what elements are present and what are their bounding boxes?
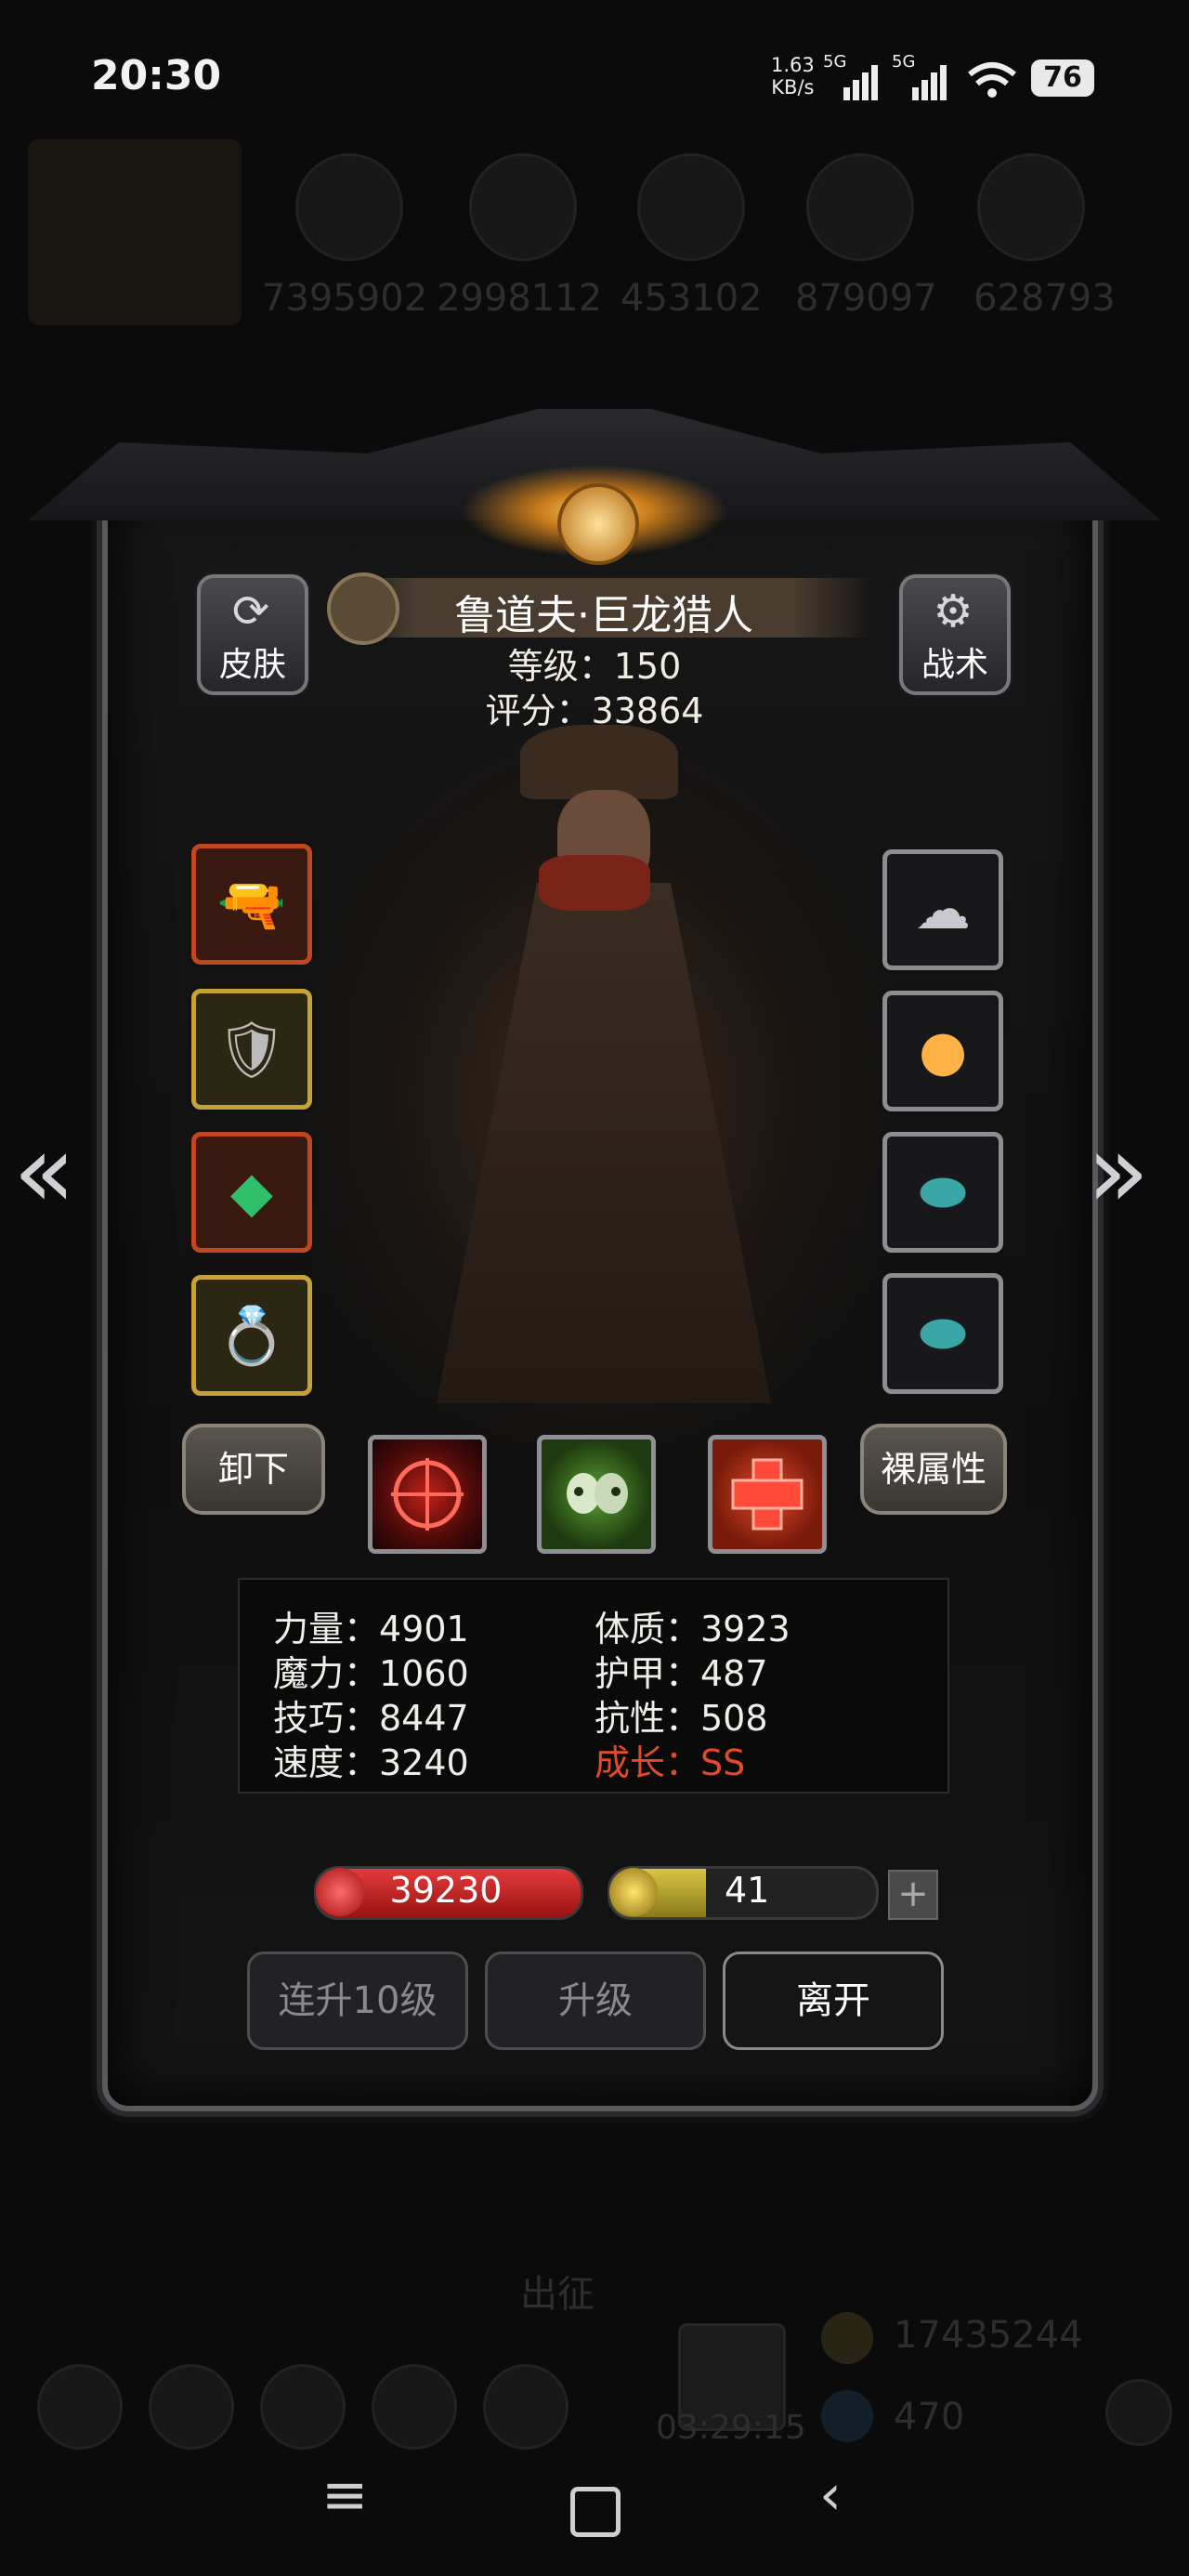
stat-strength: 力量：4901: [273, 1609, 469, 1649]
background-gold: 17435244: [894, 2314, 1083, 2357]
stat-constitution: 体质：3923: [594, 1609, 790, 1649]
equip-slot-accessory-4[interactable]: ⬬: [882, 1273, 1003, 1394]
hero-hat: [520, 725, 678, 799]
lightning-icon: [609, 1868, 658, 1916]
panel-emblem-icon: [557, 483, 639, 565]
home-icon[interactable]: [570, 2487, 621, 2537]
background-resource-icon-1: [295, 153, 403, 261]
hero-name: 鲁道夫·巨龙猎人: [454, 592, 753, 639]
tactics-button[interactable]: ⚙ 战术: [899, 574, 1011, 695]
add-energy-button[interactable]: +: [888, 1870, 938, 1920]
teal-stone-icon: ⬬: [919, 1301, 967, 1366]
background-resource-icon-3: [637, 153, 745, 261]
background-resource-2: 2998112: [437, 277, 603, 320]
equip-slot-accessory-1[interactable]: ☁: [882, 849, 1003, 970]
previous-hero-arrow-icon[interactable]: «: [13, 1111, 75, 1230]
network-speed-unit: KB/s: [771, 76, 815, 99]
background-hero-avatar: [28, 139, 242, 325]
hero-score: 评分：33864: [485, 690, 704, 731]
back-icon[interactable]: ‹: [819, 2463, 842, 2528]
hp-value: 39230: [389, 1870, 503, 1911]
background-expedition-label: 出征: [520, 2273, 594, 2316]
gear-icon: ⚙: [933, 585, 973, 637]
status-bar: 20:30 1.63 KB/s 5G 5G 76: [0, 0, 1189, 158]
background-resource-4: 879097: [795, 277, 937, 320]
silver-cloud-charm-icon: ☁: [915, 877, 971, 942]
leave-button[interactable]: 离开: [723, 1952, 944, 2050]
golden-gun-icon: 🔫: [216, 872, 287, 938]
equip-slot-amulet[interactable]: ◆: [191, 1132, 312, 1253]
background-resource-5: 628793: [973, 277, 1116, 320]
equip-slot-accessory-3[interactable]: ⬬: [882, 1132, 1003, 1253]
tactics-button-label: 战术: [921, 646, 988, 684]
skin-button-label: 皮肤: [218, 646, 286, 684]
skull-icon: [567, 1473, 628, 1514]
hero-scarf: [539, 855, 650, 911]
background-resource-icon-5: [977, 153, 1085, 261]
equip-slot-ring[interactable]: 💍: [191, 1275, 312, 1396]
energy-value: 41: [725, 1870, 770, 1911]
stat-resistance: 抗性：508: [594, 1698, 768, 1739]
stat-skill: 技巧：8447: [273, 1698, 469, 1739]
naked-attributes-button[interactable]: 裸属性: [860, 1424, 1007, 1515]
fire-orb-icon: ●: [918, 1019, 968, 1084]
stat-growth: 成长：SS: [594, 1742, 746, 1783]
crosshair-icon: [391, 1458, 464, 1531]
ring-icon: 💍: [216, 1303, 287, 1369]
network-speed-value: 1.63: [771, 54, 815, 76]
background-gems: 470: [894, 2396, 965, 2438]
stat-magic: 魔力：1060: [273, 1653, 469, 1694]
battery-indicator: 76: [1031, 59, 1094, 97]
menu-icon[interactable]: ≡: [321, 2463, 368, 2528]
wifi-icon: [966, 59, 1018, 104]
level-up-button[interactable]: 升级: [485, 1952, 706, 2050]
system-navigation-bar: ≡ ‹: [0, 2435, 1189, 2576]
skill-slot-1[interactable]: [368, 1435, 487, 1554]
status-clock: 20:30: [91, 52, 222, 99]
equip-slot-armor[interactable]: 🛡: [191, 989, 312, 1110]
equip-slot-weapon[interactable]: 🔫: [191, 844, 312, 965]
skill-slot-3[interactable]: [708, 1435, 827, 1554]
background-resource-icon-2: [469, 153, 577, 261]
skill-slot-2[interactable]: [537, 1435, 656, 1554]
hero-level: 等级：150: [507, 646, 682, 687]
skin-button[interactable]: ⟳ 皮肤: [197, 574, 308, 695]
equip-slot-accessory-2[interactable]: ●: [882, 991, 1003, 1111]
background-gold-icon: [821, 2312, 873, 2364]
background-resource-icon-4: [806, 153, 914, 261]
stat-speed: 速度：3240: [273, 1742, 469, 1783]
background-resource-1: 7395902: [262, 277, 428, 320]
network-speed: 1.63 KB/s: [771, 54, 815, 99]
skin-icon: ⟳: [231, 585, 270, 637]
unequip-button[interactable]: 卸下: [182, 1424, 325, 1515]
stat-armor: 护甲：487: [594, 1653, 768, 1694]
background-resource-3: 453102: [621, 277, 763, 320]
emerald-amulet-icon: ◆: [229, 1160, 274, 1225]
level-up-10-button[interactable]: 连升10级: [247, 1952, 468, 2050]
teal-stone-icon: ⬬: [919, 1160, 967, 1225]
armor-icon: 🛡: [216, 1017, 288, 1083]
cross-heal-icon: [731, 1458, 804, 1531]
next-hero-arrow-icon[interactable]: »: [1087, 1111, 1149, 1230]
